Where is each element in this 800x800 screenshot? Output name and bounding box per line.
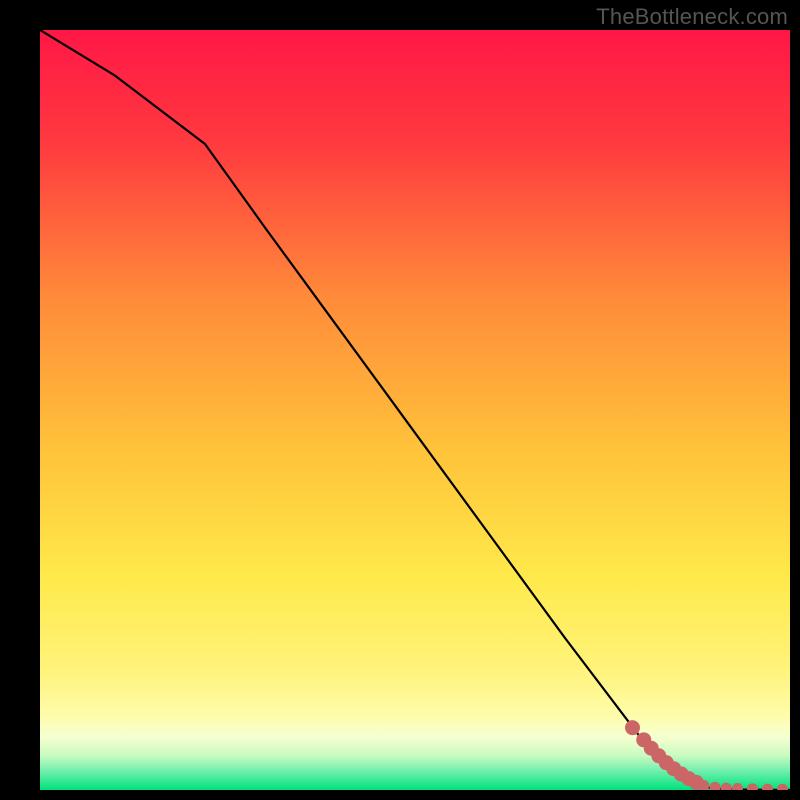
gradient-background — [40, 30, 790, 790]
plot-area — [40, 30, 790, 790]
plot-inner — [40, 30, 790, 790]
chart-frame: TheBottleneck.com — [0, 0, 800, 800]
watermark-label: TheBottleneck.com — [596, 4, 788, 30]
